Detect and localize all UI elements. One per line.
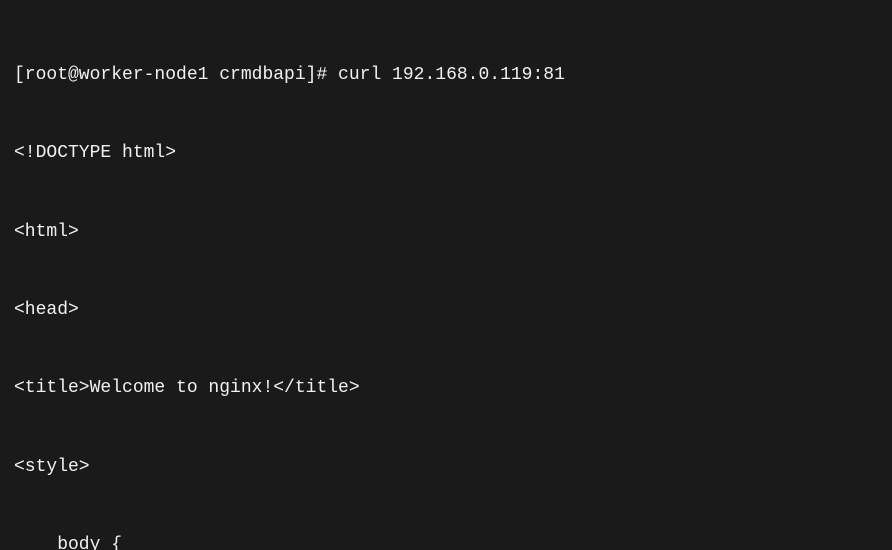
terminal-line-1: [root@worker-node1 crmdbapi]# curl 192.1… <box>14 62 878 88</box>
terminal-line-2: <!DOCTYPE html> <box>14 140 878 166</box>
terminal-line-7: body { <box>14 532 878 550</box>
terminal-line-3: <html> <box>14 219 878 245</box>
terminal-line-4: <head> <box>14 297 878 323</box>
terminal-line-6: <style> <box>14 454 878 480</box>
terminal-line-5: <title>Welcome to nginx!</title> <box>14 375 878 401</box>
terminal: [root@worker-node1 crmdbapi]# curl 192.1… <box>0 0 892 550</box>
